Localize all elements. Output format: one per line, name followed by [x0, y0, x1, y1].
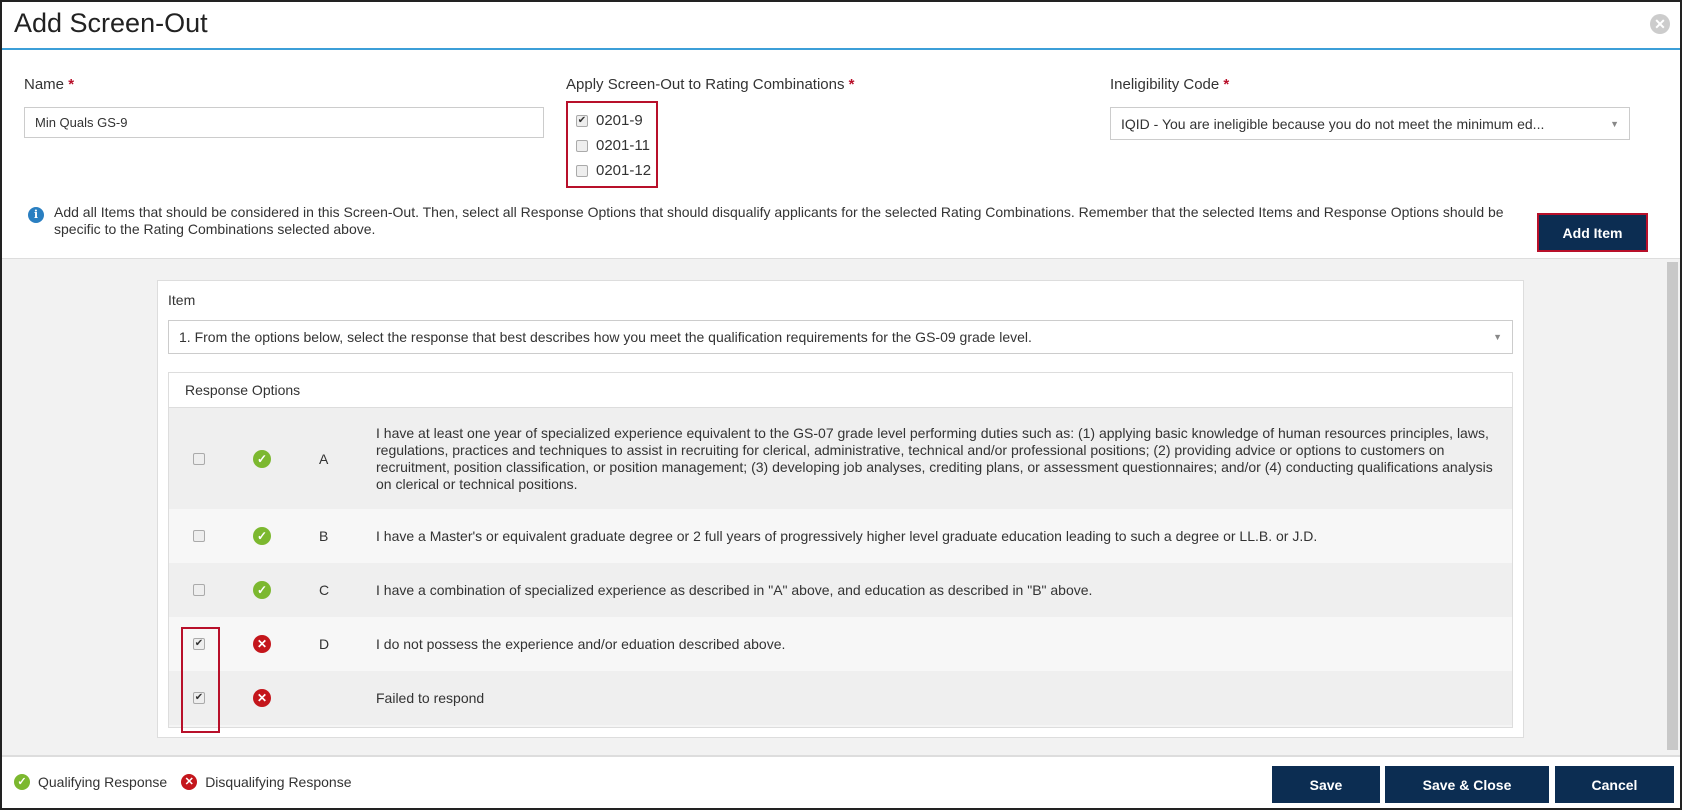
response-text: Failed to respond: [376, 689, 485, 706]
chevron-down-icon: ▼: [1610, 118, 1619, 129]
x-circle-icon: ✕: [181, 774, 198, 790]
ineligibility-value: IQID - You are ineligible because you do…: [1121, 115, 1545, 132]
response-row-b: ✓ B I have a Master's or equivalent gradua…: [169, 509, 1512, 563]
item-select[interactable]: 1. From the options below, select the re…: [168, 320, 1513, 354]
item-label: Item: [168, 292, 196, 308]
rating-combinations: ✔ 0201-9 0201-11 0201-12: [566, 101, 658, 188]
response-text: I do not possess the experience and/or e…: [376, 635, 786, 652]
rating-option-label: 0201-12: [596, 162, 652, 179]
ineligibility-select[interactable]: IQID - You are ineligible because you do…: [1110, 107, 1630, 140]
x-circle-icon: ✕: [253, 689, 271, 707]
checkbox-checked[interactable]: ✔: [576, 114, 588, 127]
rating-option-0201-12[interactable]: 0201-12: [568, 158, 656, 183]
response-text: I have a combination of specialized expe…: [376, 581, 1093, 598]
checkbox[interactable]: [193, 452, 205, 465]
rating-option-label: 0201-11: [596, 137, 650, 154]
rating-label-text: Apply Screen-Out to Rating Combinations: [566, 76, 845, 93]
checkbox[interactable]: [193, 584, 205, 596]
checkbox[interactable]: [193, 530, 205, 542]
response-row-d: ✔ ✕ D I do not possess the experience and/o…: [169, 617, 1512, 671]
response-letter: D: [319, 636, 330, 652]
response-text: I have at least one year of specialized …: [376, 424, 1493, 492]
header-divider: [2, 48, 1680, 50]
response-row-c: ✓ C I have a combination of specialized ex…: [169, 563, 1512, 617]
response-rows: ✓ A I have at least one year of specialize…: [169, 408, 1512, 725]
check-circle-icon: ✓: [253, 581, 271, 599]
legend: ✓ Qualifying Response ✕ Disqualifying Resp…: [14, 774, 352, 790]
response-options-table: Response Options ✓ A I have at least one y…: [168, 372, 1513, 728]
info-text: Add all Items that should be considered …: [54, 204, 1504, 237]
item-value: 1. From the options below, select the re…: [179, 329, 1032, 345]
add-item-button[interactable]: Add Item: [1537, 213, 1648, 252]
rating-option-label: 0201-9: [596, 112, 643, 129]
save-button[interactable]: Save: [1272, 766, 1380, 803]
checkbox[interactable]: [576, 139, 588, 152]
scrollbar[interactable]: [1667, 262, 1678, 750]
rating-option-0201-11[interactable]: 0201-11: [568, 133, 656, 158]
response-letter: C: [319, 582, 330, 598]
response-letter: B: [319, 528, 329, 544]
response-letter: A: [319, 450, 329, 467]
response-text: I have a Master's or equivalent graduate…: [376, 527, 1318, 544]
response-row-a: ✓ A I have at least one year of specialize…: [169, 408, 1512, 509]
rating-option-0201-9[interactable]: ✔ 0201-9: [568, 108, 656, 133]
checkbox[interactable]: [576, 164, 588, 177]
required-mark: *: [1223, 76, 1230, 93]
required-mark: *: [848, 76, 855, 93]
close-icon[interactable]: ✕: [1650, 14, 1670, 34]
response-options-header: Response Options: [169, 373, 1512, 408]
ineligibility-label-text: Ineligibility Code: [1110, 76, 1220, 93]
chevron-down-icon: ▼: [1493, 332, 1502, 342]
name-input[interactable]: Min Quals GS-9: [24, 107, 544, 138]
name-label: Name *: [24, 76, 74, 93]
dialog-title: Add Screen-Out: [14, 8, 208, 38]
cancel-button[interactable]: Cancel: [1555, 766, 1674, 803]
disqualifying-highlight: [181, 627, 220, 733]
response-row-failed: ✔ ✕ Failed to respond: [169, 671, 1512, 725]
check-circle-icon: ✓: [14, 774, 30, 790]
legend-qualifying: Qualifying Response: [38, 774, 168, 790]
save-close-button[interactable]: Save & Close: [1385, 766, 1549, 803]
required-mark: *: [68, 76, 75, 93]
x-circle-icon: ✕: [253, 635, 271, 653]
name-label-text: Name: [24, 76, 65, 93]
ineligibility-label: Ineligibility Code *: [1110, 76, 1229, 93]
check-circle-icon: ✓: [253, 449, 271, 468]
legend-disqualifying: Disqualifying Response: [205, 774, 352, 790]
info-icon: i: [28, 207, 44, 223]
check-circle-icon: ✓: [253, 527, 271, 545]
rating-label: Apply Screen-Out to Rating Combinations …: [566, 76, 855, 93]
